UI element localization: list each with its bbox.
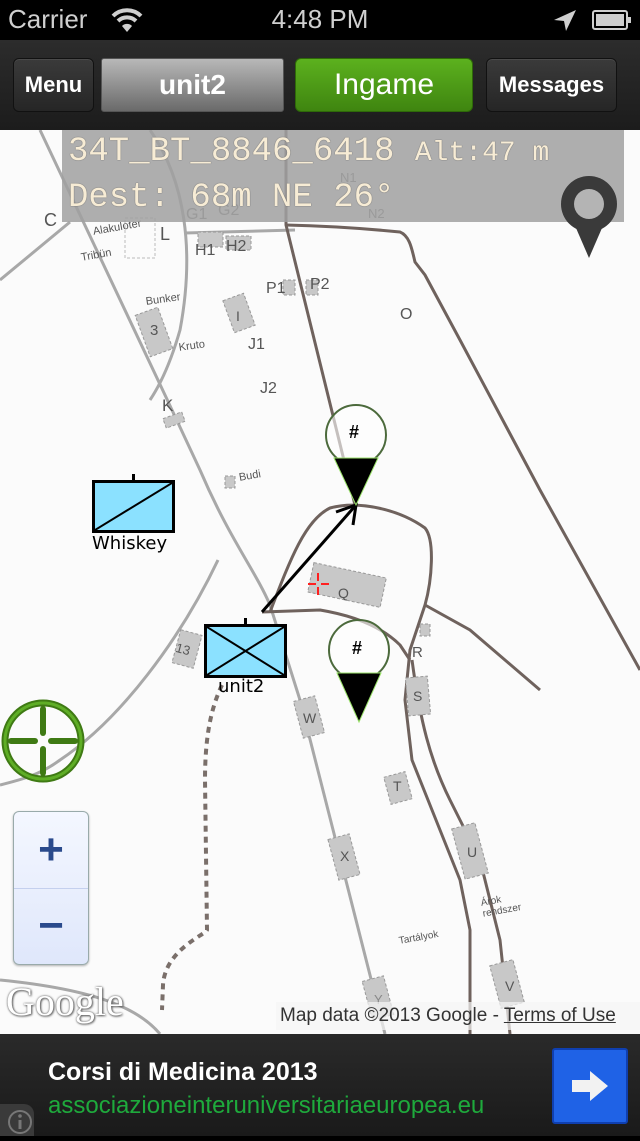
unit-name-label: unit2 [218, 676, 265, 697]
building [224, 475, 236, 489]
map-label: K [162, 396, 174, 415]
map-label: L [160, 224, 171, 244]
map-label: J2 [260, 380, 277, 397]
map-label: W [303, 710, 317, 726]
waypoint-marker-2 [328, 619, 390, 724]
map-label: 3 [150, 322, 159, 339]
map-attribution: Map data ©2013 Google - Terms of Use [276, 1002, 640, 1030]
unit-selector-button[interactable]: unit2 [101, 58, 284, 112]
grid-reference: 34T_BT_8846_6418 [68, 133, 395, 171]
unit-symbol-cross [207, 627, 284, 675]
waypoint-marker-1 [325, 404, 387, 507]
building [419, 623, 431, 637]
map-base-layer [0, 130, 640, 1034]
map-label: V [505, 978, 515, 994]
zoom-in-button[interactable]: + [14, 812, 88, 889]
grid-reference-line: 34T_BT_8846_6418 Alt:47 m [68, 130, 624, 176]
attribution-text: Map data ©2013 Google - [280, 1005, 504, 1026]
unit-symbol[interactable] [204, 618, 287, 678]
zoom-control: + − [13, 811, 89, 965]
clock: 4:48 PM [271, 4, 369, 34]
map-label: Q [338, 585, 349, 601]
map-label: H2 [226, 238, 247, 255]
coordinate-readout: 34T_BT_8846_6418 Alt:47 m Dest: 68m NE 2… [62, 130, 624, 222]
dashed-trail [160, 684, 224, 1011]
arrow-right-icon [572, 1071, 608, 1101]
ad-go-button[interactable] [552, 1048, 628, 1124]
map-label: H1 [195, 242, 216, 259]
waypoint-2-label[interactable]: # [352, 638, 362, 659]
recenter-crosshair-icon[interactable] [0, 698, 86, 784]
map-label: S [413, 688, 423, 704]
zoom-out-button[interactable]: − [14, 888, 88, 964]
info-icon[interactable] [0, 1104, 34, 1136]
waypoint-1-label[interactable]: # [349, 422, 359, 443]
map-label: P2 [310, 276, 330, 293]
map-label: O [400, 306, 413, 323]
battery-icon [592, 10, 631, 30]
ad-title[interactable]: Corsi di Medicina 2013 [48, 1058, 318, 1087]
status-bar: Carrier 4:48 PM [0, 0, 640, 40]
map-label: T [393, 778, 402, 794]
unit-symbol[interactable] [92, 474, 175, 533]
top-toolbar: Menu unit2 Ingame Messages [0, 40, 640, 130]
map-label: C [44, 210, 57, 230]
map-label: P1 [266, 280, 286, 297]
map-view[interactable]: C Alakuloter Tribün L G1 G2 H1 H2 N1 N2 … [0, 130, 640, 1034]
my-location-pin-icon[interactable] [556, 170, 622, 260]
map-label: X [340, 848, 350, 864]
menu-button[interactable]: Menu [13, 58, 94, 112]
unit-symbol-tick [244, 618, 247, 624]
unit-symbol-diagonal [95, 483, 172, 530]
google-logo: Google [6, 979, 124, 1024]
road [0, 220, 71, 282]
ad-banner[interactable]: Corsi di Medicina 2013 associazioneinter… [0, 1034, 640, 1136]
track [424, 603, 541, 692]
unit-symbol-tick [132, 474, 135, 480]
ingame-mode-button[interactable]: Ingame [295, 58, 473, 112]
terms-of-use-link[interactable]: Terms of Use [504, 1005, 616, 1026]
info-glyph [8, 1110, 32, 1134]
messages-button[interactable]: Messages [486, 58, 617, 112]
unit-name-label: Whiskey [92, 533, 168, 554]
map-label: J1 [248, 336, 265, 353]
location-arrow-icon [554, 10, 576, 31]
map-label: I [236, 308, 240, 324]
altitude: Alt:47 m [414, 138, 550, 169]
ad-url[interactable]: associazioneinteruniversitariaeuropea.eu [48, 1092, 484, 1120]
destination-readout: Dest: 68m NE 26° [68, 179, 395, 217]
map-label: U [467, 844, 478, 860]
map-label: R [412, 644, 423, 661]
